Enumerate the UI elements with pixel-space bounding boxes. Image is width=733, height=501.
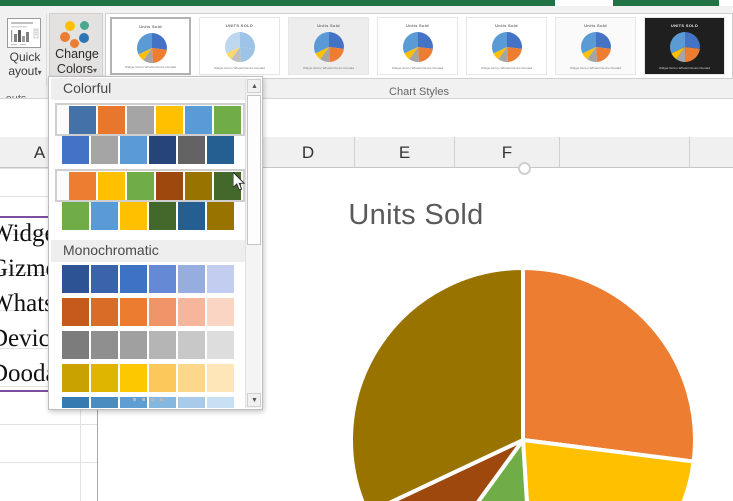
chart-styles-gallery[interactable]: Units Sold Widget Gizmo Whatsit Device Do… — [105, 13, 733, 79]
quick-layout-label-line2: ayout — [8, 64, 38, 78]
column-header-F[interactable]: F — [455, 137, 560, 167]
thumb-legend: Widget Gizmo Whatsit Device Doodad — [391, 66, 444, 70]
triangle-down-icon: ▼ — [251, 397, 258, 404]
swatch[interactable] — [91, 202, 118, 230]
dropdown-section-header: Monochromatic — [51, 240, 247, 262]
swatch[interactable] — [98, 106, 125, 134]
chart-style-6[interactable]: Units Sold Widget Gizmo Whatsit Device Do… — [555, 17, 636, 75]
swatch[interactable] — [91, 331, 118, 359]
change-colors-label-line2: Colors — [56, 62, 94, 76]
change-colors-label-line1: Change — [55, 47, 99, 61]
swatch[interactable] — [185, 106, 212, 134]
mono-palette-orange[interactable] — [55, 298, 245, 331]
thumb-legend: Widget Gizmo Whatsit Device Doodad — [480, 66, 533, 70]
swatch[interactable] — [156, 172, 183, 200]
swatch[interactable] — [207, 136, 234, 164]
swatch[interactable] — [207, 265, 234, 293]
dropdown-section-label: Monochromatic — [63, 242, 159, 258]
swatch[interactable] — [62, 202, 89, 230]
colorful-palette-4[interactable] — [55, 202, 245, 235]
mono-palette-blue-1[interactable] — [55, 265, 245, 298]
column-header-E[interactable]: E — [355, 137, 455, 167]
chart-style-2[interactable]: UNITS SOLD Widget Gizmo Whatsit Device Do… — [199, 17, 280, 75]
chart-style-1[interactable]: Units Sold Widget Gizmo Whatsit Device Do… — [110, 17, 191, 75]
swatch[interactable] — [69, 106, 96, 134]
swatch[interactable] — [62, 136, 89, 164]
column-header-blank[interactable] — [560, 137, 690, 167]
dropdown-section-label: Colorful — [63, 80, 112, 96]
chart-style-3[interactable]: Units Sold Widget Gizmo Whatsit Device Do… — [288, 17, 369, 75]
swatch[interactable] — [98, 172, 125, 200]
change-colors-label: Change Colors▾ — [50, 47, 104, 78]
chart-style-4[interactable]: Units Sold Widget Gizmo Whatsit Device Do… — [377, 17, 458, 75]
swatch[interactable] — [185, 172, 212, 200]
pie-slice-widget[interactable] — [521, 265, 697, 464]
quick-layout-label: Quick ayout▾ — [2, 50, 48, 80]
mono-palette-gray[interactable] — [55, 331, 245, 364]
swatch[interactable] — [214, 106, 241, 134]
swatch[interactable] — [91, 136, 118, 164]
scroll-down-button[interactable]: ▼ — [247, 393, 261, 407]
change-colors-dropdown[interactable]: Colorful Monochromatic ▲ ▼ — [48, 76, 263, 410]
colorful-palette-3[interactable] — [55, 169, 245, 202]
swatch[interactable] — [178, 298, 205, 326]
scroll-up-button[interactable]: ▲ — [247, 79, 261, 93]
swatch[interactable] — [214, 172, 241, 200]
swatch[interactable] — [207, 298, 234, 326]
ribbon-group-divider — [46, 14, 47, 86]
dropdown-scrollbar[interactable]: ▲ ▼ — [245, 78, 261, 408]
swatch[interactable] — [62, 331, 89, 359]
chevron-down-icon[interactable]: ▾ — [38, 68, 42, 77]
quick-layout-label-line1: Quick — [9, 50, 41, 64]
column-header-D[interactable]: D — [262, 137, 355, 167]
swatch[interactable] — [178, 265, 205, 293]
swatch[interactable] — [178, 202, 205, 230]
thumb-legend: Widget Gizmo Whatsit Device Doodad — [302, 66, 355, 70]
dropdown-resize-grip[interactable] — [49, 388, 246, 406]
thumb-legend: Widget Gizmo Whatsit Device Doodad — [213, 66, 266, 70]
colorful-palette-1[interactable] — [55, 103, 245, 136]
triangle-up-icon: ▲ — [251, 83, 258, 90]
chevron-down-icon[interactable]: ▾ — [93, 66, 97, 75]
swatch[interactable] — [62, 298, 89, 326]
chart-style-7[interactable]: UNITS SOLD Widget Gizmo Whatsit Device Do… — [644, 17, 725, 75]
swatch[interactable] — [207, 202, 234, 230]
scrollbar-thumb[interactable] — [247, 95, 261, 245]
swatch[interactable] — [120, 298, 147, 326]
thumb-legend: Widget Gizmo Whatsit Device Doodad — [658, 66, 711, 70]
swatch[interactable] — [120, 265, 147, 293]
swatch[interactable] — [149, 298, 176, 326]
swatch[interactable] — [120, 136, 147, 164]
chart-style-5[interactable]: Units Sold Widget Gizmo Whatsit Device Do… — [466, 17, 547, 75]
palette-dots-icon — [59, 19, 95, 49]
thumb-legend: Widget Gizmo Whatsit Device Doodad — [124, 65, 177, 69]
ribbon-group-layouts: Quick ayout▾ outs — [0, 13, 46, 105]
swatch[interactable] — [120, 202, 147, 230]
swatch[interactable] — [207, 331, 234, 359]
swatch[interactable] — [91, 298, 118, 326]
chart-layout-icon — [7, 18, 41, 48]
swatch[interactable] — [149, 265, 176, 293]
swatch[interactable] — [91, 265, 118, 293]
dropdown-scroll-area: Colorful Monochromatic — [50, 78, 247, 408]
swatch[interactable] — [149, 136, 176, 164]
swatch[interactable] — [178, 136, 205, 164]
swatch[interactable] — [156, 106, 183, 134]
swatch[interactable] — [127, 106, 154, 134]
thumb-legend: Widget Gizmo Whatsit Device Doodad — [569, 66, 622, 70]
swatch[interactable] — [62, 265, 89, 293]
change-colors-button[interactable]: Change Colors▾ — [49, 13, 103, 79]
swatch[interactable] — [69, 172, 96, 200]
swatch[interactable] — [120, 331, 147, 359]
swatch[interactable] — [149, 202, 176, 230]
quick-layout-button[interactable]: Quick ayout▾ — [2, 15, 44, 79]
colorful-palette-2[interactable] — [55, 136, 245, 169]
swatch[interactable] — [149, 331, 176, 359]
swatch[interactable] — [178, 331, 205, 359]
dropdown-section-header: Colorful — [51, 78, 247, 100]
swatch[interactable] — [127, 172, 154, 200]
